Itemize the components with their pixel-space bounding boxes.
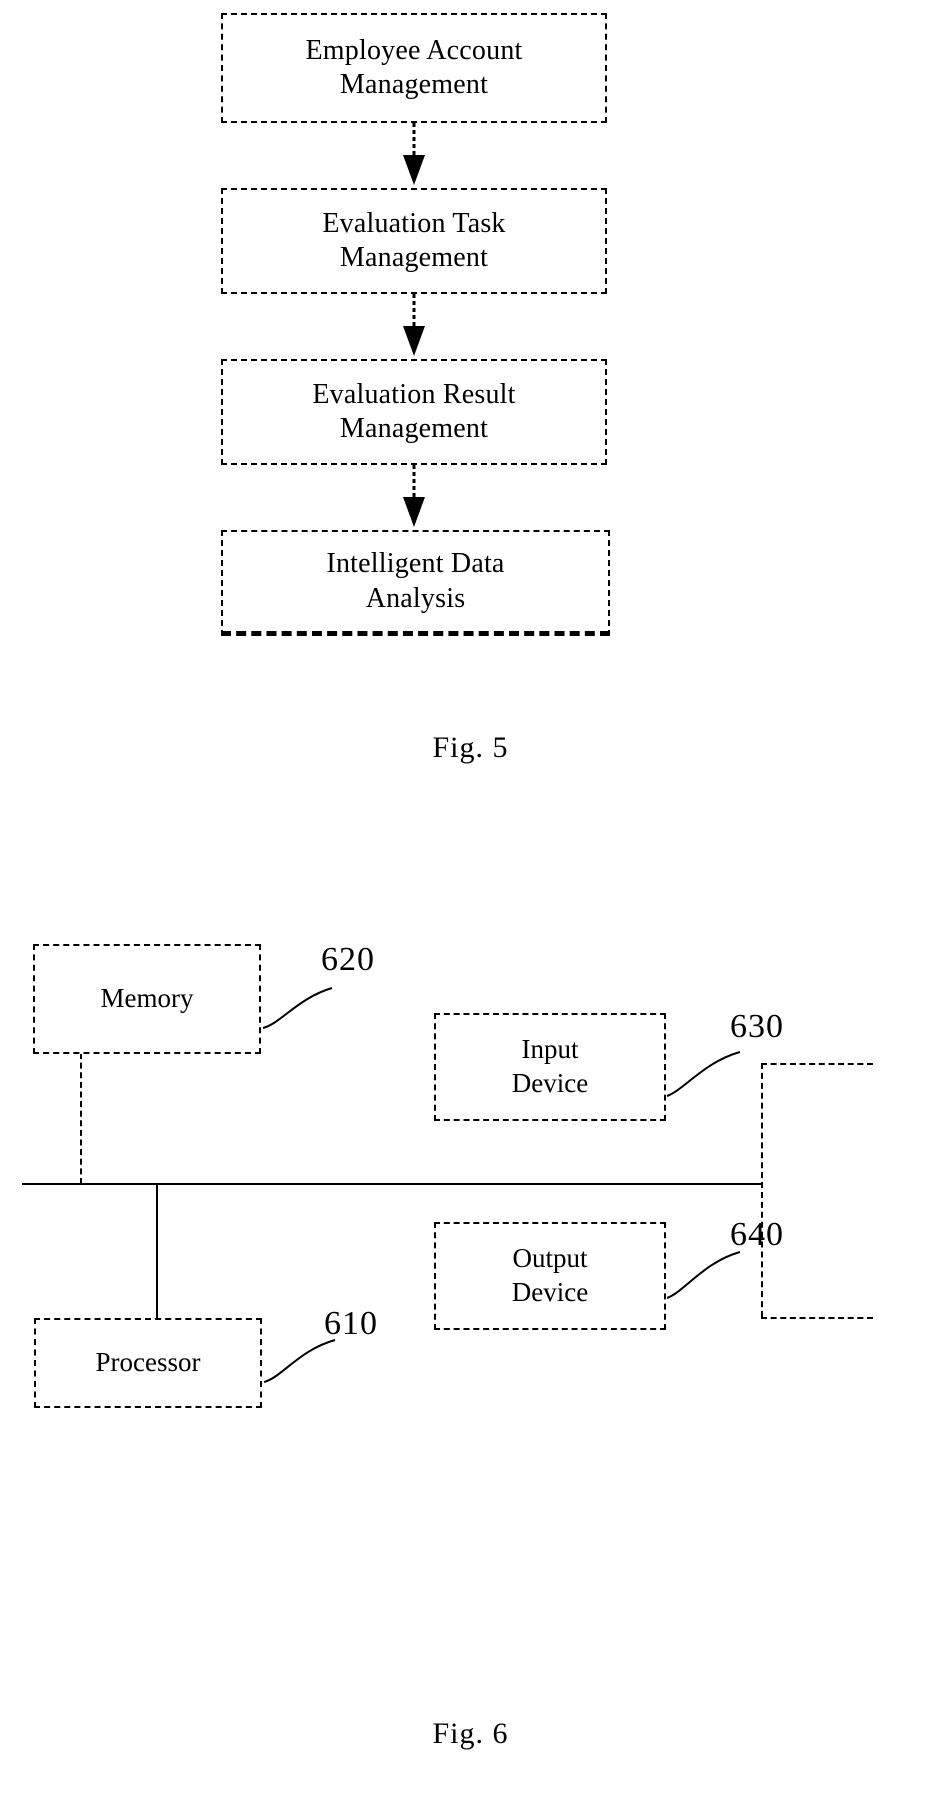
flow-box-line2: Management	[339, 242, 489, 273]
flow-box-evaluation-result-management: Evaluation Result Management	[221, 359, 607, 465]
flow-arrow-1-icon	[403, 123, 425, 185]
flow-box-line2: Management	[339, 69, 489, 100]
block-output-device: Output Device	[434, 1222, 666, 1330]
flow-box-evaluation-task-management: Evaluation Task Management	[221, 188, 607, 294]
block-output-device-label: Output Device	[512, 1242, 588, 1310]
ref-numeral-640: 640	[730, 1216, 784, 1253]
flow-box-line1: Evaluation Task	[322, 207, 506, 239]
output-device-connector	[761, 1317, 873, 1319]
system-bus-line	[22, 1183, 762, 1185]
figure-5-caption: Fig. 5	[432, 731, 509, 764]
flow-box-line2: Management	[339, 413, 489, 444]
input-device-connector	[761, 1063, 873, 1065]
figure-6-caption: Fig. 6	[432, 1717, 509, 1750]
block-output-device-line1: Output	[512, 1243, 588, 1274]
block-input-device-label: Input Device	[512, 1033, 588, 1101]
flow-box-label: Evaluation Result Management	[233, 378, 595, 446]
flow-box-line1: Evaluation Result	[312, 378, 516, 410]
processor-bus-connector	[156, 1183, 158, 1319]
patent-figure-page: Employee Account Management Evaluation T…	[0, 0, 941, 1804]
flow-box-label: Employee Account Management	[233, 34, 595, 102]
memory-bus-connector	[80, 1053, 82, 1184]
flow-box-label: Evaluation Task Management	[233, 207, 595, 275]
flow-arrow-2-icon	[403, 294, 425, 356]
flow-arrow-3-icon	[403, 465, 425, 527]
block-processor: Processor	[34, 1318, 262, 1408]
flow-box-intelligent-data-analysis: Intelligent Data Analysis	[221, 530, 610, 636]
ref-numeral-610: 610	[324, 1305, 378, 1342]
block-memory: Memory	[33, 944, 261, 1054]
block-input-device: Input Device	[434, 1013, 666, 1121]
flow-box-line1: Employee Account	[305, 34, 523, 66]
block-memory-label: Memory	[100, 983, 194, 1014]
flow-box-line1: Intelligent Data	[326, 548, 505, 580]
block-processor-label: Processor	[95, 1347, 201, 1378]
io-branch-riser	[761, 1063, 763, 1317]
ref-numeral-620: 620	[321, 941, 375, 978]
flow-box-employee-account-management: Employee Account Management	[221, 13, 607, 123]
flow-box-label: Intelligent Data Analysis	[233, 547, 598, 615]
block-output-device-line2: Device	[511, 1277, 589, 1307]
block-input-device-line1: Input	[521, 1034, 579, 1065]
block-input-device-line2: Device	[511, 1068, 589, 1098]
ref-numeral-630: 630	[730, 1008, 784, 1045]
flow-box-line2: Analysis	[365, 582, 466, 614]
